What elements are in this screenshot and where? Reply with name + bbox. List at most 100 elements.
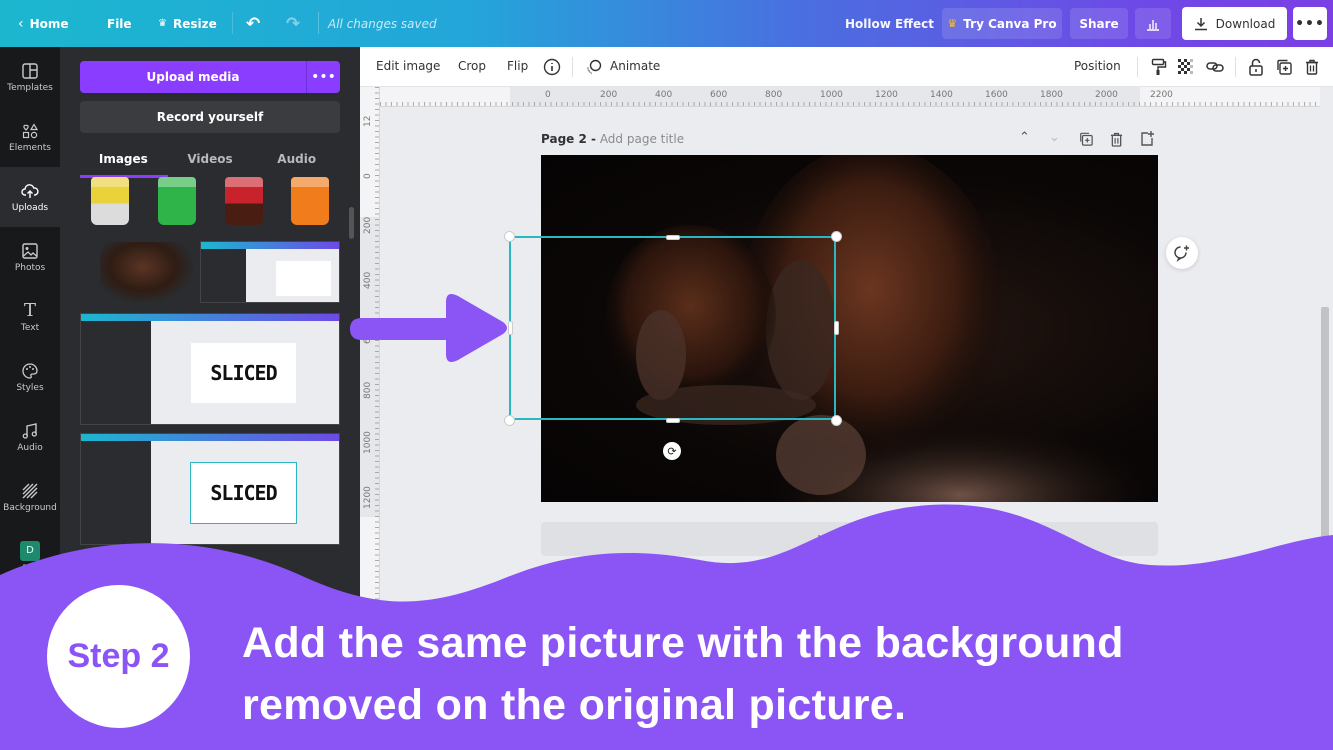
move-page-down-button[interactable]: ⌄ [1049, 130, 1060, 145]
design-title[interactable]: Hollow Effect [845, 17, 934, 31]
ruler-label: 600 [710, 90, 728, 100]
upload-more-button[interactable]: ••• [306, 61, 340, 93]
rail-item-brand-app[interactable]: D B… [0, 527, 60, 587]
upload-thumbnail[interactable]: SLICED [80, 433, 340, 545]
link-button[interactable] [1205, 57, 1225, 77]
rotate-handle[interactable]: ⟳ [663, 442, 681, 460]
rail-label: Uploads [11, 202, 49, 213]
ruler-ticks [375, 87, 379, 602]
rail-label: B… [22, 563, 38, 574]
move-page-up-button[interactable]: ⌃ [1019, 130, 1030, 145]
upload-media-button[interactable]: Upload media [80, 61, 306, 93]
redo-icon: ↷ [286, 13, 301, 34]
rail-item-background[interactable]: Background [0, 467, 60, 527]
rail-label: Text [20, 322, 40, 333]
caption-line-2: removed on the original picture. [242, 681, 907, 729]
ruler-label: 1600 [985, 90, 1008, 100]
resize-handle-bottom-left[interactable] [504, 415, 515, 426]
delete-button[interactable] [1302, 57, 1322, 77]
redo-button[interactable]: ↷ [286, 14, 300, 34]
audio-icon [22, 422, 37, 439]
thumb-side [81, 441, 151, 544]
tab-audio[interactable]: Audio [253, 147, 340, 177]
tab-images[interactable]: Images [80, 147, 167, 177]
resize-handle-top-right[interactable] [831, 231, 842, 242]
hand-shape [776, 415, 866, 495]
resize-handle-bottom[interactable] [666, 418, 680, 423]
step-badge: Step 2 [47, 585, 190, 728]
edit-image-button[interactable]: Edit image [376, 59, 440, 73]
file-menu-button[interactable]: File [107, 17, 132, 31]
chevron-up-icon: ⌃ [1019, 130, 1030, 145]
rail-item-audio[interactable]: Audio [0, 407, 60, 467]
transparency-button[interactable] [1176, 57, 1196, 77]
trash-icon [1306, 59, 1318, 75]
add-page-after-button[interactable] [1140, 131, 1154, 150]
info-icon [543, 58, 561, 76]
animate-icon-button[interactable] [584, 57, 604, 77]
tab-videos[interactable]: Videos [167, 147, 254, 177]
paint-roller-icon [1151, 58, 1167, 75]
rail-item-photos[interactable]: Photos [0, 227, 60, 287]
upload-thumbnail[interactable] [91, 177, 129, 225]
record-yourself-button[interactable]: Record yourself [80, 101, 340, 133]
resize-handle-top[interactable] [666, 235, 680, 240]
copy-style-button[interactable] [1149, 57, 1169, 77]
upload-thumbnail[interactable] [158, 177, 196, 225]
duplicate-button[interactable] [1274, 57, 1294, 77]
home-button[interactable]: ‹ Home [18, 16, 69, 32]
canvas-scrollbar[interactable] [1321, 307, 1329, 607]
upload-thumbnail[interactable] [100, 242, 195, 304]
horizontal-ruler: 0 200 400 600 800 1000 1200 1400 1600 1800 2000 220… [380, 87, 1320, 107]
ruler-label: 1000 [820, 90, 843, 100]
resize-handle-right[interactable] [834, 321, 839, 335]
try-canva-pro-button[interactable]: ♛ Try Canva Pro [942, 8, 1062, 39]
ruler-label: 400 [363, 271, 373, 289]
animate-button[interactable]: Animate [610, 59, 660, 73]
ruler-label: 200 [600, 90, 618, 100]
upload-thumbnail[interactable] [291, 177, 329, 225]
download-icon [1194, 17, 1207, 30]
resize-handle-top-left[interactable] [504, 231, 515, 242]
delete-page-button[interactable] [1110, 132, 1123, 151]
duplicate-page-button[interactable] [1079, 132, 1093, 150]
chevron-left-icon: ‹ [18, 15, 24, 32]
media-tabs: Images Videos Audio [80, 147, 340, 177]
add-comment-button[interactable] [1166, 237, 1198, 269]
rail-item-templates[interactable]: Templates [0, 47, 60, 107]
upload-thumbnail[interactable] [200, 241, 340, 303]
share-button[interactable]: Share [1070, 8, 1128, 39]
resize-handle-left[interactable] [508, 321, 513, 335]
rail-label: Photos [14, 262, 46, 273]
rail-item-elements[interactable]: Elements [0, 107, 60, 167]
page-title-input[interactable]: Add page title [600, 132, 684, 146]
divider [318, 12, 319, 34]
resize-handle-bottom-right[interactable] [831, 415, 842, 426]
uploads-icon [21, 183, 39, 198]
rail-item-styles[interactable]: Styles [0, 347, 60, 407]
upload-thumbnail[interactable]: SLICED [80, 313, 340, 425]
add-page-button[interactable]: + Add page [541, 522, 1158, 556]
rail-item-text[interactable]: T Text [0, 287, 60, 347]
undo-button[interactable]: ↶ [246, 14, 260, 34]
resize-button[interactable]: ♛ Resize [158, 17, 217, 31]
info-button[interactable] [542, 57, 562, 77]
divider [1235, 57, 1236, 77]
rail-label: Audio [17, 442, 43, 453]
download-button[interactable]: Download [1182, 7, 1287, 40]
templates-icon [22, 62, 38, 79]
lock-button[interactable] [1246, 57, 1266, 77]
more-options-button[interactable]: ••• [1293, 7, 1327, 40]
rail-item-uploads[interactable]: Uploads [0, 167, 60, 227]
elements-icon [22, 122, 39, 138]
animate-icon [587, 59, 602, 75]
panel-scrollbar[interactable] [349, 207, 354, 239]
upload-thumbnail[interactable] [225, 177, 263, 225]
flip-button[interactable]: Flip [507, 59, 528, 73]
context-toolbar: Edit image Crop Flip Animate Position [360, 47, 1333, 87]
download-label: Download [1215, 16, 1276, 31]
crop-button[interactable]: Crop [458, 59, 486, 73]
position-button[interactable]: Position [1074, 59, 1121, 73]
insights-button[interactable] [1135, 8, 1171, 39]
selection-box[interactable] [509, 236, 836, 420]
